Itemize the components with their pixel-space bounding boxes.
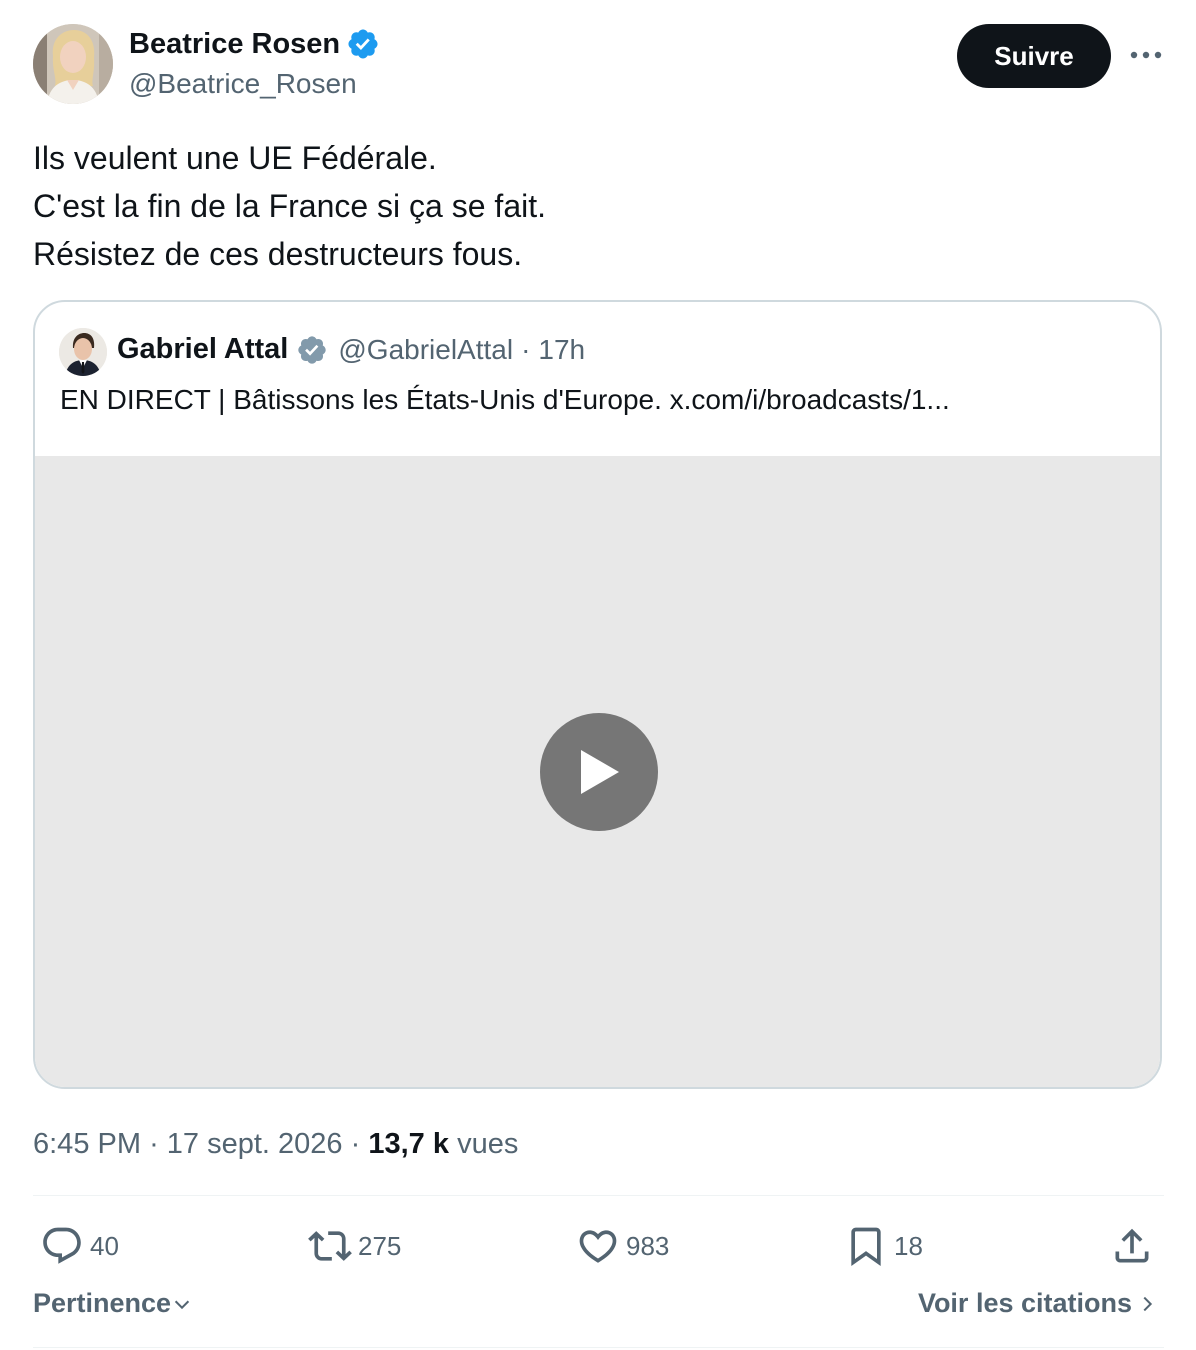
video-player[interactable] xyxy=(35,456,1160,1087)
quoted-timestamp[interactable]: 17h xyxy=(538,334,585,366)
author-name[interactable]: Beatrice Rosen xyxy=(129,27,340,61)
tweet-text: Ils veulent une UE Fédérale. C'est la fi… xyxy=(33,134,1153,278)
author-name-row[interactable]: Beatrice Rosen xyxy=(129,27,380,61)
sort-label: Pertinence xyxy=(33,1288,172,1318)
chevron-right-icon xyxy=(1143,1296,1153,1311)
play-button[interactable] xyxy=(540,713,658,831)
author-avatar[interactable] xyxy=(33,24,113,104)
separator-dot: · xyxy=(521,333,531,365)
chevron-down-icon xyxy=(174,1300,190,1309)
play-icon xyxy=(581,750,619,794)
quoted-tweet-text: EN DIRECT | Bâtissons les États-Unis d'E… xyxy=(60,384,950,415)
bookmark-count: 18 xyxy=(894,1230,923,1261)
view-quotes-label: Voir les citations xyxy=(917,1288,1132,1318)
verified-badge-icon xyxy=(348,29,378,59)
more-options-icon[interactable] xyxy=(1126,40,1166,70)
author-handle[interactable]: @Beatrice_Rosen xyxy=(129,67,357,101)
like-count: 983 xyxy=(626,1230,670,1261)
divider xyxy=(33,1347,1164,1348)
reply-button[interactable]: 40 xyxy=(40,1222,119,1270)
government-verified-badge-icon xyxy=(298,335,327,364)
post-time[interactable]: 6:45 PM xyxy=(33,1128,141,1160)
quoted-author-avatar[interactable] xyxy=(59,328,107,376)
views-label: vues xyxy=(457,1128,519,1160)
follow-button[interactable]: Suivre xyxy=(957,24,1111,88)
reply-icon xyxy=(43,1227,81,1264)
separator-dot: · xyxy=(149,1128,159,1160)
heart-icon xyxy=(579,1230,617,1263)
tweet-line: Ils veulent une UE Fédérale. xyxy=(33,140,437,176)
post-date[interactable]: 17 sept. 2026 xyxy=(167,1128,343,1160)
quoted-tweet-card[interactable]: Gabriel Attal @GabrielAttal · 17h EN DIR… xyxy=(33,300,1162,1089)
views-count: 13,7 k xyxy=(368,1128,449,1160)
share-button[interactable] xyxy=(1110,1222,1154,1270)
separator-dot: · xyxy=(350,1128,361,1160)
bookmark-icon xyxy=(851,1227,881,1267)
bookmark-button[interactable]: 18 xyxy=(844,1222,923,1270)
repost-icon xyxy=(308,1231,352,1261)
tweet-meta: 6:45 PM · 17 sept. 2026 · 13,7 k vues xyxy=(33,1124,518,1164)
tweet-line: C'est la fin de la France si ça se fait. xyxy=(33,188,546,224)
repost-count: 275 xyxy=(358,1230,402,1261)
divider xyxy=(33,1195,1164,1196)
quoted-author-name[interactable]: Gabriel Attal xyxy=(117,333,288,366)
view-quotes-link[interactable]: Voir les citations xyxy=(918,1288,1158,1319)
quoted-author-row: Gabriel Attal @GabrielAttal · 17h xyxy=(117,333,585,366)
sort-dropdown[interactable]: Pertinence xyxy=(33,1288,193,1319)
quoted-author-handle[interactable]: @GabrielAttal xyxy=(338,334,513,366)
reply-count: 40 xyxy=(90,1230,119,1261)
like-button[interactable]: 983 xyxy=(576,1222,669,1270)
share-icon xyxy=(1115,1228,1149,1263)
tweet-line: Résistez de ces destructeurs fous. xyxy=(33,236,523,272)
repost-button[interactable]: 275 xyxy=(308,1222,401,1270)
